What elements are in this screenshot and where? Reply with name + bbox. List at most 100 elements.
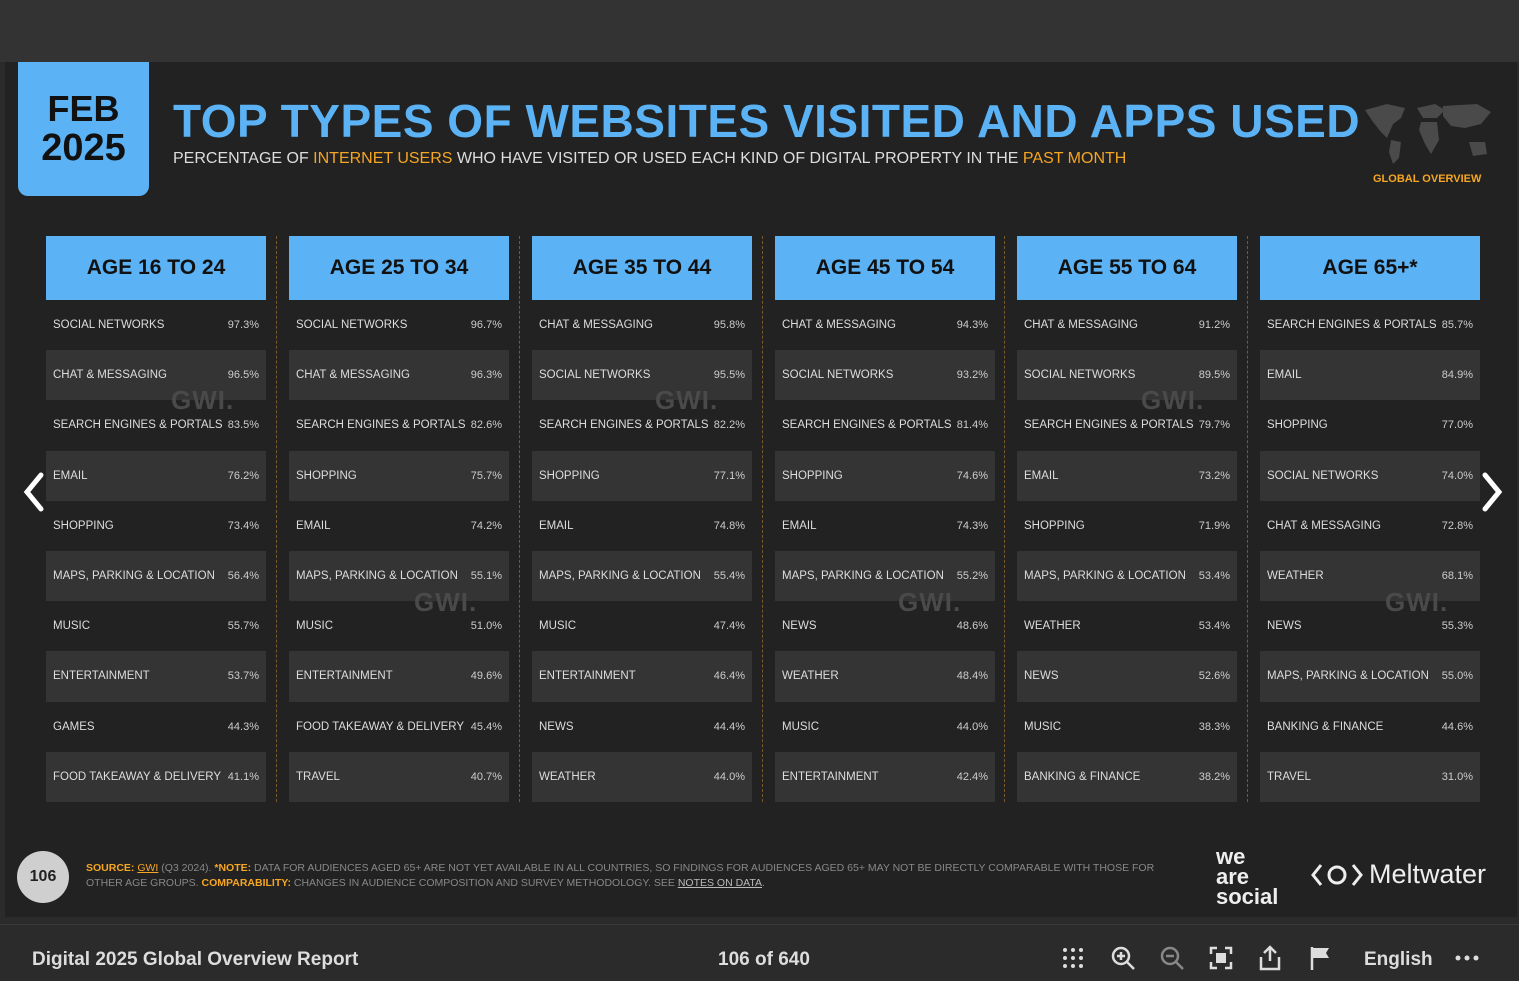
row-value: 96.3% [470, 369, 502, 382]
row-label: NEWS [1267, 620, 1302, 633]
gwi-watermark: GWI. [171, 385, 235, 415]
table-row: WEATHER 44.0% [532, 751, 752, 802]
row-label: MUSIC [539, 620, 577, 633]
table-row: SOCIAL NETWORKS 96.7% [289, 300, 509, 350]
age-column-header: AGE 45 TO 54 [775, 236, 995, 300]
row-value: 93.2% [956, 369, 988, 382]
table-row: MUSIC 44.0% [775, 702, 995, 752]
table-row: MAPS, PARKING & LOCATION 55.0% [1260, 651, 1480, 702]
table-row: SEARCH ENGINES & PORTALS 85.7% [1260, 300, 1480, 350]
row-value: 40.7% [470, 770, 502, 783]
table-row: WEATHER 48.4% [775, 651, 995, 702]
row-label: NEWS [782, 620, 817, 633]
row-value: 72.8% [1441, 519, 1473, 532]
table-row: MAPS, PARKING & LOCATION 55.4% [532, 550, 752, 602]
row-value: 42.4% [956, 770, 988, 783]
row-label: MAPS, PARKING & LOCATION [539, 570, 701, 583]
row-value: 77.0% [1441, 419, 1473, 432]
row-label: GAMES [53, 720, 95, 733]
table-row: NEWS 44.4% [532, 702, 752, 752]
row-value: 82.6% [470, 419, 502, 432]
table-row: FOOD TAKEAWAY & DELIVERY 41.1% [46, 751, 266, 802]
language-selector[interactable]: English [1364, 949, 1433, 971]
row-label: SEARCH ENGINES & PORTALS [782, 419, 952, 432]
age-column: AGE 35 TO 44 CHAT & MESSAGING 95.8% SOCIAL … [532, 236, 752, 802]
table-row: MAPS, PARKING & LOCATION 53.4% [1017, 550, 1237, 602]
column-divider [519, 236, 520, 802]
table-row: ENTERTAINMENT 46.4% [532, 651, 752, 702]
row-value: 81.4% [956, 419, 988, 432]
page-number-badge: 106 [17, 851, 69, 903]
row-label: SEARCH ENGINES & PORTALS [1267, 319, 1437, 332]
row-label: ENTERTAINMENT [53, 670, 150, 683]
table-row: SHOPPING 71.9% [1017, 501, 1237, 551]
row-label: SOCIAL NETWORKS [1267, 469, 1379, 482]
row-value: 44.0% [956, 720, 988, 733]
row-value: 84.9% [1441, 369, 1473, 382]
row-label: WEATHER [539, 770, 596, 783]
row-value: 94.3% [956, 319, 988, 332]
table-row: CHAT & MESSAGING 91.2% [1017, 300, 1237, 350]
row-value: 74.6% [956, 469, 988, 482]
page-counter: 106 of 640 [718, 949, 810, 970]
grid-icon[interactable] [1058, 943, 1088, 973]
table-row: MUSIC 55.7% [46, 601, 266, 651]
row-value: 71.9% [1198, 519, 1230, 532]
row-label: SOCIAL NETWORKS [53, 319, 165, 332]
table-row: BANKING & FINANCE 44.6% [1260, 702, 1480, 752]
table-row: SOCIAL NETWORKS 74.0% [1260, 450, 1480, 501]
row-value: 75.7% [470, 469, 502, 482]
table-row: MUSIC 38.3% [1017, 702, 1237, 752]
flag-icon[interactable] [1305, 943, 1335, 973]
row-label: SOCIAL NETWORKS [1024, 369, 1136, 382]
row-value: 47.4% [713, 620, 745, 633]
row-value: 55.3% [1441, 620, 1473, 633]
zoom-in-icon[interactable] [1108, 943, 1138, 973]
gwi-watermark: GWI. [1141, 385, 1205, 415]
more-icon[interactable] [1452, 943, 1482, 973]
next-arrow-icon[interactable] [1477, 467, 1507, 517]
notes-on-data-link[interactable]: NOTES ON DATA [678, 877, 762, 889]
row-label: WEATHER [782, 670, 839, 683]
row-label: EMAIL [53, 469, 88, 482]
row-value: 96.7% [470, 319, 502, 332]
row-label: SEARCH ENGINES & PORTALS [296, 419, 466, 432]
row-value: 96.5% [227, 369, 259, 382]
table-row: BANKING & FINANCE 38.2% [1017, 751, 1237, 802]
row-label: SHOPPING [1024, 519, 1085, 532]
row-value: 52.6% [1198, 670, 1230, 683]
table-row: ENTERTAINMENT 49.6% [289, 651, 509, 702]
row-value: 44.4% [713, 720, 745, 733]
zoom-out-icon[interactable] [1157, 943, 1187, 973]
row-value: 55.2% [956, 570, 988, 583]
row-value: 55.7% [227, 620, 259, 633]
table-row: MAPS, PARKING & LOCATION 56.4% [46, 550, 266, 602]
table-row: ENTERTAINMENT 53.7% [46, 651, 266, 702]
age-column-header: AGE 16 TO 24 [46, 236, 266, 300]
table-row: EMAIL 84.9% [1260, 350, 1480, 401]
row-label: SEARCH ENGINES & PORTALS [1024, 419, 1194, 432]
row-label: ENTERTAINMENT [539, 670, 636, 683]
fullscreen-icon[interactable] [1206, 943, 1236, 973]
row-label: FOOD TAKEAWAY & DELIVERY [296, 720, 465, 733]
row-value: 68.1% [1441, 570, 1473, 583]
row-label: EMAIL [782, 519, 817, 532]
row-value: 38.2% [1198, 770, 1230, 783]
row-label: EMAIL [296, 519, 331, 532]
row-value: 44.6% [1441, 720, 1473, 733]
prev-arrow-icon[interactable] [19, 467, 49, 517]
share-icon[interactable] [1255, 943, 1285, 973]
table-row: CHAT & MESSAGING 94.3% [775, 300, 995, 350]
row-label: SHOPPING [782, 469, 843, 482]
table-row: CHAT & MESSAGING 95.8% [532, 300, 752, 350]
meltwater-logo: Meltwater [1311, 859, 1486, 890]
row-label: MUSIC [53, 620, 91, 633]
row-value: 74.3% [956, 519, 988, 532]
table-row: SOCIAL NETWORKS 93.2% [775, 350, 995, 401]
row-value: 49.6% [470, 670, 502, 683]
table-row: WEATHER 53.4% [1017, 601, 1237, 651]
row-value: 46.4% [713, 670, 745, 683]
gwi-watermark: GWI. [655, 385, 719, 415]
table-row: GAMES 44.3% [46, 702, 266, 752]
table-row: SEARCH ENGINES & PORTALS 81.4% [775, 400, 995, 450]
